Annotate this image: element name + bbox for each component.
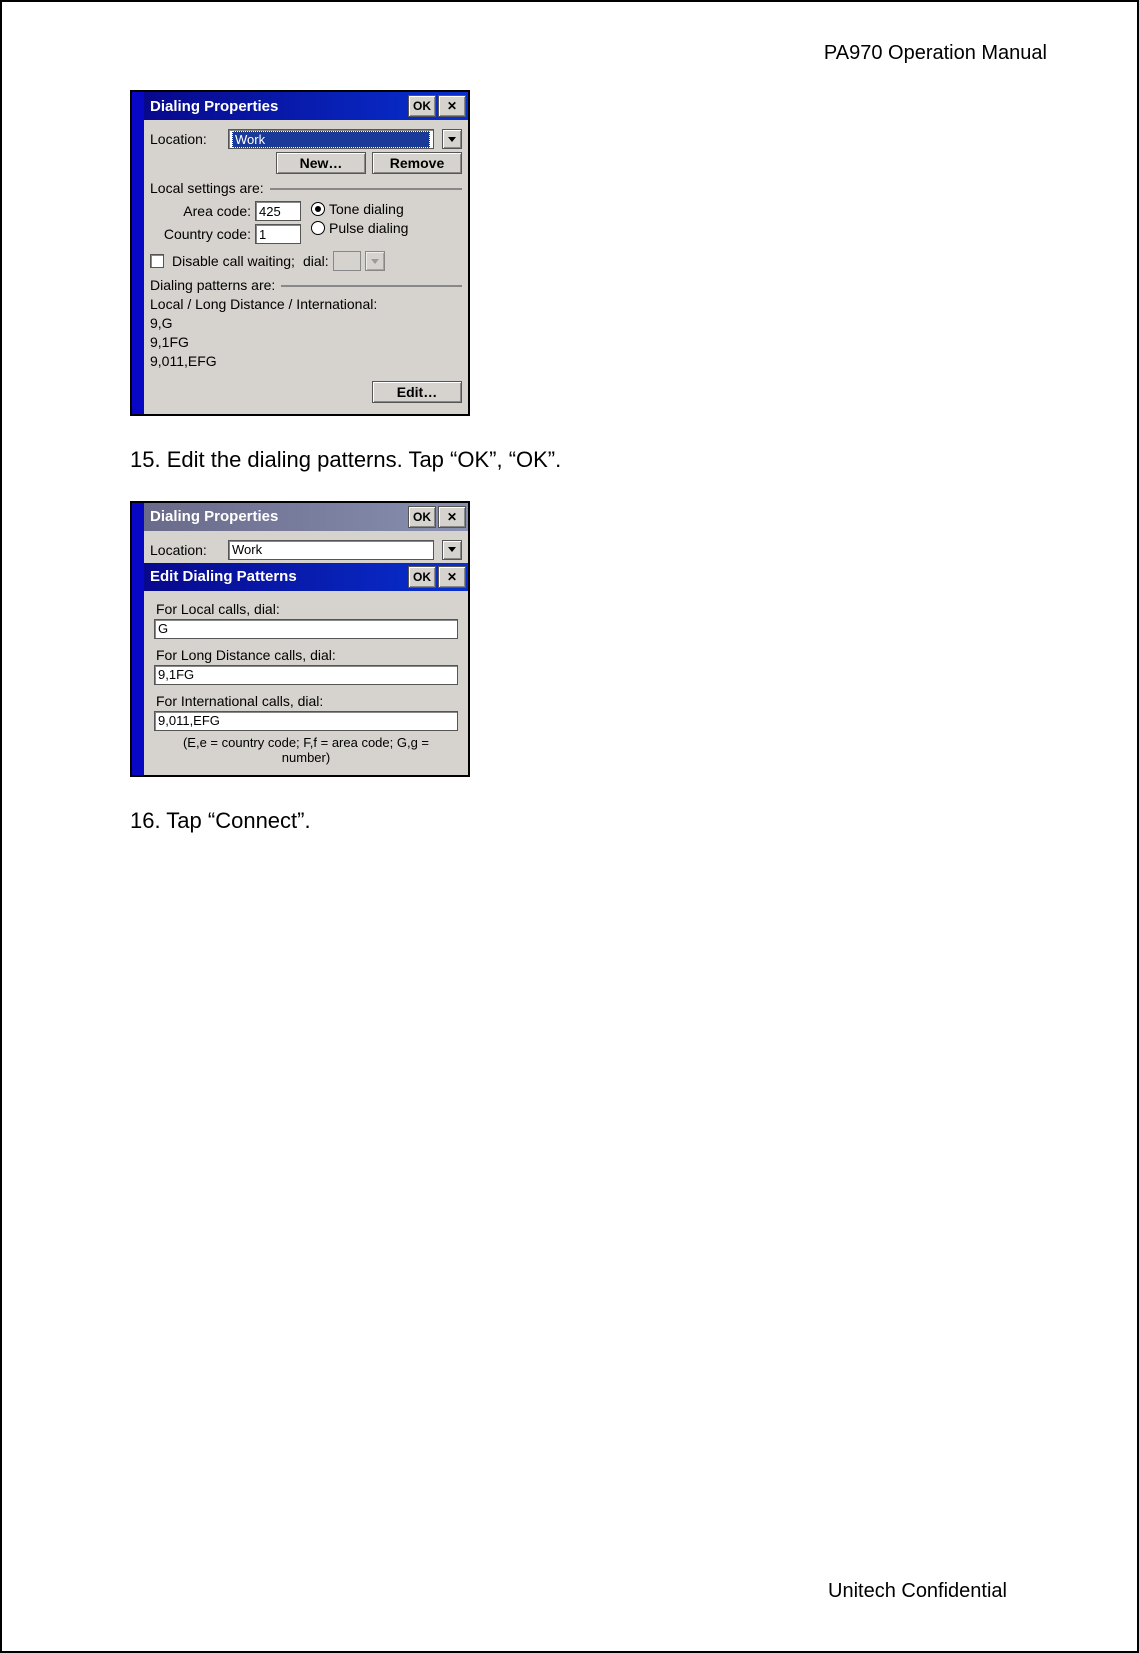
location-select[interactable]: Work [228,129,434,149]
parent-location-label: Location: [150,542,220,558]
parent-panel: Location: Work [144,531,468,560]
patterns-label: Dialing patterns are: [150,277,281,293]
international-label: For International calls, dial: [156,693,462,709]
radio-icon [311,221,325,235]
international-input[interactable]: 9,011,EFG [154,711,458,731]
page-content: Dialing Properties OK ✕ Location: Work [130,90,561,862]
step-16-text: 16. Tap “Connect”. [130,808,561,834]
pulse-label: Pulse dialing [329,220,408,236]
parent-location-select[interactable]: Work [228,540,434,560]
long-distance-label: For Long Distance calls, dial: [156,647,462,663]
page-header: PA970 Operation Manual [824,42,1047,65]
disable-call-waiting-checkbox[interactable] [150,254,164,268]
remove-button[interactable]: Remove [372,152,462,174]
ok-button-parent[interactable]: OK [408,506,436,528]
location-value: Work [232,131,430,148]
close-button-child[interactable]: ✕ [438,566,466,588]
local-settings-label: Local settings are: [150,180,270,196]
dialog-panel: Location: Work New… Remove [144,120,468,414]
patterns-sublabel: Local / Long Distance / International: [150,295,462,314]
disable-call-waiting-label: Disable call waiting; [172,253,295,269]
new-button[interactable]: New… [276,152,366,174]
step-15-text: 15. Edit the dialing patterns. Tap “OK”,… [130,447,561,473]
dialing-properties-screenshot: Dialing Properties OK ✕ Location: Work [130,90,470,416]
pattern-intl: 9,011,EFG [150,352,462,371]
tone-dialing-radio[interactable]: Tone dialing [311,201,404,217]
title-text: Dialing Properties [150,98,278,115]
pattern-hint: (E,e = country code; F,f = area code; G,… [158,735,454,765]
chevron-down-icon [448,547,456,552]
document-page: PA970 Operation Manual Unitech Confident… [0,0,1139,1653]
dial-code-dropdown [365,251,385,271]
dial-label: dial: [303,253,329,269]
tone-label: Tone dialing [329,201,404,217]
title-text: Dialing Properties [150,508,278,525]
ok-button-child[interactable]: OK [408,566,436,588]
dial-code-input [333,251,361,271]
long-distance-input[interactable]: 9,1FG [154,665,458,685]
close-button[interactable]: ✕ [438,95,466,117]
country-code-input[interactable]: 1 [255,224,301,244]
pulse-dialing-radio[interactable]: Pulse dialing [311,220,408,236]
area-code-label: Area code: [183,203,251,219]
edit-dialing-patterns-screenshot: Dialing Properties OK ✕ Location: Work [130,501,470,777]
child-panel: For Local calls, dial: G For Long Distan… [144,591,468,775]
location-label: Location: [150,131,220,147]
titlebar-edit-patterns: Edit Dialing Patterns OK ✕ [144,563,468,591]
area-code-input[interactable]: 425 [255,201,301,221]
close-button-parent[interactable]: ✕ [438,506,466,528]
pattern-long: 9,1FG [150,333,462,352]
local-settings-group: Local settings are: [150,180,462,196]
local-calls-label: For Local calls, dial: [156,601,462,617]
taskbar-strip [132,92,144,414]
ok-button[interactable]: OK [408,95,436,117]
radio-icon [311,202,325,216]
parent-location-dropdown[interactable] [442,540,462,560]
edit-button[interactable]: Edit… [372,381,462,403]
patterns-group: Dialing patterns are: [150,277,462,293]
local-calls-input[interactable]: G [154,619,458,639]
chevron-down-icon [371,259,379,264]
taskbar-strip [132,503,144,775]
country-code-label: Country code: [164,226,251,242]
title-text: Edit Dialing Patterns [150,568,297,585]
pattern-local: 9,G [150,314,462,333]
chevron-down-icon [448,137,456,142]
titlebar-dialing-properties-parent: Dialing Properties OK ✕ [144,503,468,531]
page-footer: Unitech Confidential [828,1580,1007,1603]
titlebar-dialing-properties: Dialing Properties OK ✕ [144,92,468,120]
location-dropdown-button[interactable] [442,129,462,149]
